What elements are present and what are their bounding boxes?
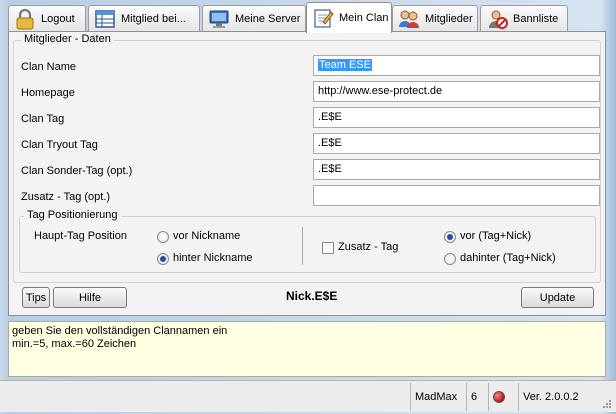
table-icon xyxy=(94,8,116,30)
info-text-area: geben Sie den vollständigen Clannamen ei… xyxy=(8,321,606,377)
tab-bar: Logout Mitglied bei... Meine Server Mein… xyxy=(8,2,606,33)
clan-sonder-tag-input[interactable]: .E$E xyxy=(313,159,600,180)
clan-name-value: Team ESE xyxy=(318,59,372,71)
homepage-input[interactable]: http://www.ese-protect.de xyxy=(313,81,600,102)
notepad-icon xyxy=(312,7,334,29)
vertical-divider xyxy=(302,227,303,265)
vor-nickname-radio[interactable] xyxy=(157,231,169,243)
zusatz-tag-label: Zusatz - Tag (opt.) xyxy=(21,191,111,203)
tab-label: Meine Server xyxy=(235,13,301,25)
users-icon xyxy=(398,8,420,30)
clan-tag-label: Clan Tag xyxy=(21,113,65,125)
zusatz-tag-checkbox[interactable] xyxy=(322,242,334,254)
zusatz-tag-checkbox-label: Zusatz - Tag xyxy=(338,241,399,253)
info-line-1: geben Sie den vollständigen Clannamen ei… xyxy=(12,325,228,337)
status-led-icon xyxy=(493,391,505,403)
mein-clan-panel: Mitglieder - Daten Clan Name Team ESE Ho… xyxy=(8,31,606,316)
hinter-nickname-radio[interactable] xyxy=(157,253,169,265)
status-user: MadMax xyxy=(410,383,466,411)
clan-tryout-tag-input[interactable]: .E$E xyxy=(313,133,600,154)
clan-tryout-tag-label: Clan Tryout Tag xyxy=(21,139,98,151)
vor-tag-nick-label: vor (Tag+Nick) xyxy=(460,230,532,242)
status-version: Ver. 2.0.0.2 xyxy=(518,383,592,411)
monitor-icon xyxy=(208,8,230,30)
tips-button[interactable]: Tips xyxy=(22,287,50,308)
tag-positionierung-group: Tag Positionierung Haupt-Tag Position vo… xyxy=(19,209,596,273)
homepage-label: Homepage xyxy=(21,87,75,99)
group-title: Mitglieder - Daten xyxy=(21,33,114,45)
tab-label: Bannliste xyxy=(513,13,559,25)
tab-mitglieder[interactable]: Mitglieder xyxy=(392,5,478,32)
banned-user-icon xyxy=(486,8,508,30)
tab-label: Mitglieder xyxy=(425,13,473,25)
tab-mein-clan[interactable]: Mein Clan xyxy=(306,2,392,33)
lock-icon xyxy=(14,8,36,30)
zusatz-tag-input[interactable] xyxy=(313,185,600,206)
clan-sonder-tag-label: Clan Sonder-Tag (opt.) xyxy=(21,165,133,177)
info-line-2: min.=5, max.=60 Zeichen xyxy=(12,338,137,350)
tab-meine-server[interactable]: Meine Server xyxy=(202,5,306,32)
tab-label: Mein Clan xyxy=(339,12,389,24)
nick-preview: Nick.E$E xyxy=(286,289,338,303)
status-led-cell xyxy=(488,383,518,411)
tab-mitglied-bei[interactable]: Mitglied bei... xyxy=(88,5,200,32)
tab-logout[interactable]: Logout xyxy=(8,5,86,32)
tab-label: Mitglied bei... xyxy=(121,13,186,25)
status-bar: MadMax 6 Ver. 2.0.0.2 xyxy=(0,380,616,412)
hinter-nickname-label: hinter Nickname xyxy=(173,252,253,264)
dahinter-tag-nick-radio[interactable] xyxy=(444,253,456,265)
tab-bannliste[interactable]: Bannliste xyxy=(480,5,568,32)
clan-name-label: Clan Name xyxy=(21,61,77,73)
tag-positionierung-title: Tag Positionierung xyxy=(24,209,121,221)
vor-tag-nick-radio[interactable] xyxy=(444,231,456,243)
clan-name-input[interactable]: Team ESE xyxy=(313,55,600,76)
tab-label: Logout xyxy=(41,13,75,25)
dahinter-tag-nick-label: dahinter (Tag+Nick) xyxy=(460,252,556,264)
haupt-tag-position-label: Haupt-Tag Position xyxy=(34,230,127,242)
mitglieder-daten-group: Mitglieder - Daten Clan Name Team ESE Ho… xyxy=(13,33,601,283)
vor-nickname-label: vor Nickname xyxy=(173,230,241,242)
update-button[interactable]: Update xyxy=(521,287,594,308)
hilfe-button[interactable]: Hilfe xyxy=(53,287,127,308)
status-count: 6 xyxy=(466,383,488,411)
clan-tag-input[interactable]: .E$E xyxy=(313,107,600,128)
